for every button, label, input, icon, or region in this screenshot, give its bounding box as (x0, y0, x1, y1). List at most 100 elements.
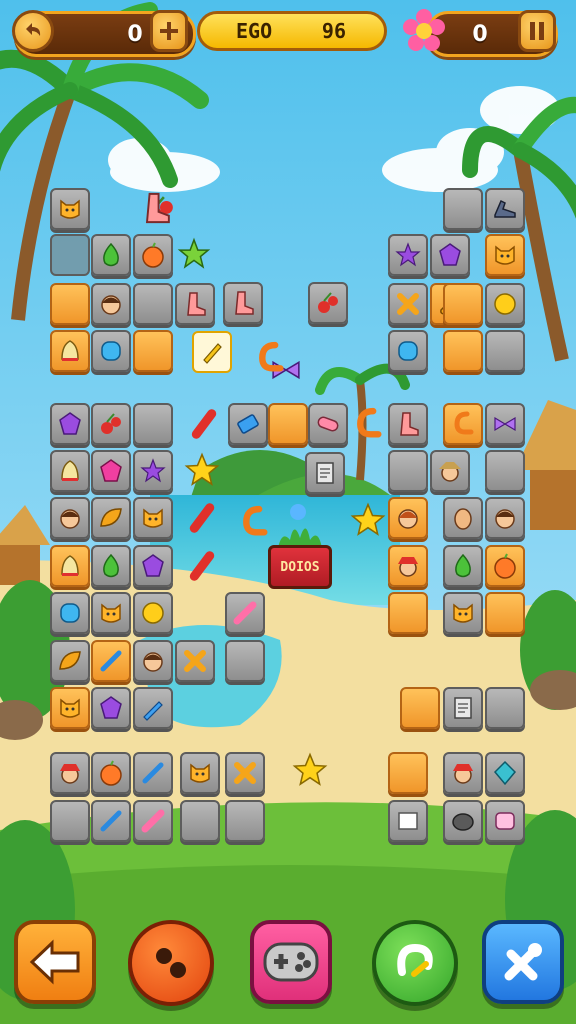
tile-leaf[interactable] (50, 640, 90, 682)
tile-green-gem[interactable] (91, 234, 131, 276)
tile-boot[interactable] (388, 403, 428, 445)
tile-notepad[interactable] (443, 687, 483, 729)
tile-mask[interactable] (485, 800, 525, 842)
tile-blue-gem[interactable] (388, 330, 428, 372)
tile-apple[interactable] (91, 752, 131, 794)
floating-candy[interactable] (184, 548, 220, 584)
tile-cat[interactable] (443, 592, 483, 634)
tile-empty (180, 800, 220, 842)
tile-star[interactable] (133, 450, 173, 492)
tile-cat[interactable] (485, 234, 525, 276)
gold-coin-icon (494, 293, 516, 315)
tile-bow[interactable] (485, 403, 525, 445)
tile-boot[interactable] (175, 283, 215, 325)
cat-icon (453, 603, 473, 623)
bomb-button[interactable] (128, 920, 214, 1006)
tile-apple[interactable] (133, 234, 173, 276)
tile-bell[interactable] (50, 545, 90, 587)
floating-yellow-star[interactable] (184, 452, 220, 488)
tile-cross[interactable] (175, 640, 215, 682)
tile-notepad[interactable] (305, 452, 345, 494)
tile-face[interactable] (443, 497, 483, 539)
tile-pink-gem[interactable] (91, 450, 131, 492)
leaf-icon (59, 651, 81, 670)
tile-blue-gem[interactable] (50, 592, 90, 634)
tile-cat[interactable] (180, 752, 220, 794)
tile-fireman[interactable] (388, 545, 428, 587)
tile-green-gem[interactable] (443, 545, 483, 587)
boot-icon (235, 291, 254, 315)
tile-cat[interactable] (50, 188, 90, 230)
cat-icon (190, 763, 210, 783)
tile-rock[interactable] (443, 800, 483, 842)
magnet-button[interactable] (372, 920, 458, 1006)
tile-purple-gem[interactable] (430, 234, 470, 276)
tile-lollipop[interactable] (133, 800, 173, 842)
cross-icon (184, 650, 206, 672)
tile-apple[interactable] (485, 545, 525, 587)
bell-icon (61, 460, 79, 481)
tile-pencil[interactable] (133, 687, 173, 729)
floating-hook[interactable] (236, 504, 272, 540)
undo-button[interactable] (12, 10, 54, 52)
tile-girl[interactable] (388, 497, 428, 539)
pause-button[interactable] (518, 10, 556, 52)
boy-face-icon (143, 652, 163, 672)
gamepad-button[interactable] (250, 920, 332, 1004)
tile-leaf[interactable] (91, 497, 131, 539)
floating-hook[interactable] (350, 406, 386, 442)
tile-blue-gem[interactable] (91, 330, 131, 372)
tool-button[interactable] (482, 920, 564, 1004)
tile-stick[interactable] (91, 800, 131, 842)
tile-coin[interactable] (485, 283, 525, 325)
tile-battery[interactable] (228, 403, 268, 445)
tile-scout[interactable] (430, 450, 470, 492)
floating-hook[interactable] (252, 340, 288, 376)
floating-yellow-star[interactable] (292, 752, 328, 788)
floating-yellow-star[interactable] (350, 502, 386, 538)
tile-boy[interactable] (50, 497, 90, 539)
tile-cross[interactable] (388, 283, 428, 325)
tile-cherry[interactable] (308, 282, 348, 324)
bell-icon (61, 555, 79, 576)
tile-pen[interactable] (192, 331, 232, 373)
tile-fireman[interactable] (443, 752, 483, 794)
tile-coin[interactable] (133, 592, 173, 634)
tile-hook[interactable] (443, 403, 483, 445)
add-button[interactable] (150, 10, 188, 52)
tile-green-gem[interactable] (91, 545, 131, 587)
tile-paper[interactable] (388, 800, 428, 842)
floating-boot[interactable] (138, 190, 174, 226)
tile-cat[interactable] (91, 592, 131, 634)
floating-candy[interactable] (184, 500, 220, 536)
tile-cross[interactable] (225, 752, 265, 794)
tile-shoe[interactable] (485, 188, 525, 230)
tile-bell[interactable] (50, 450, 90, 492)
lollipop-icon (233, 601, 257, 625)
floating-green-star[interactable] (176, 236, 212, 272)
tile-diamond[interactable] (485, 752, 525, 794)
tile-purple-gem[interactable] (133, 545, 173, 587)
floating-candy[interactable] (186, 406, 222, 442)
tile-purple-gem[interactable] (50, 403, 90, 445)
tile-boy[interactable] (485, 497, 525, 539)
face-icon (454, 508, 472, 530)
tile-boy[interactable] (91, 283, 131, 325)
tile-cat[interactable] (133, 497, 173, 539)
tile-lollipop[interactable] (225, 592, 265, 634)
tile-cat[interactable] (50, 687, 90, 729)
tile-boot[interactable] (223, 282, 263, 324)
tile-pink-candy[interactable] (308, 403, 348, 445)
tile-stick[interactable] (91, 640, 131, 682)
tile-purple-gem[interactable] (91, 687, 131, 729)
tile-star[interactable] (388, 234, 428, 276)
tile-empty (133, 403, 173, 445)
blue-gem-icon (101, 341, 121, 361)
tile-boy[interactable] (133, 640, 173, 682)
tile-fireman[interactable] (50, 752, 90, 794)
tile-bell[interactable] (50, 330, 90, 372)
tile-stick[interactable] (133, 752, 173, 794)
shoe-icon (494, 199, 516, 218)
tile-cherry[interactable] (91, 403, 131, 445)
back-button[interactable] (14, 920, 96, 1004)
